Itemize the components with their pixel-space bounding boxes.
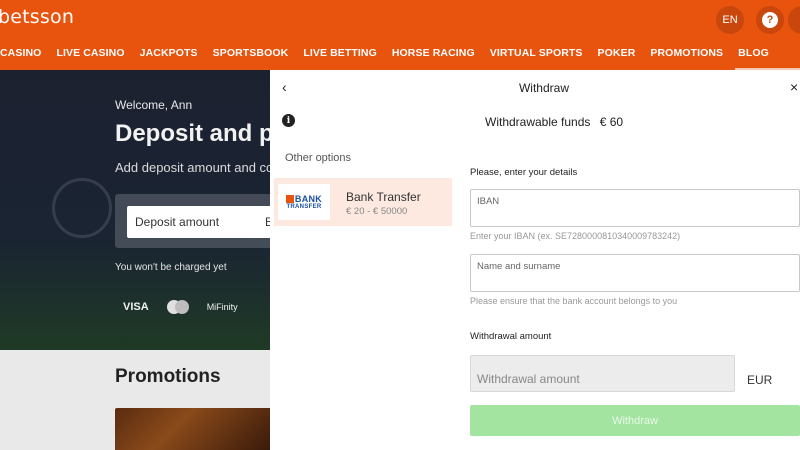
iban-input[interactable]: IBAN [470,189,800,227]
help-button[interactable]: ? [756,6,784,34]
hero-subtitle: Add deposit amount and cor [115,160,270,175]
deposit-placeholder: Deposit amount [135,215,220,229]
user-menu-button[interactable] [788,6,800,34]
nav-horse-racing[interactable]: HORSE RACING [392,47,475,59]
nav-virtual-sports[interactable]: VIRTUAL SPORTS [490,47,583,59]
iban-label: IBAN [477,196,500,207]
name-hint: Please ensure that the bank account belo… [470,296,678,306]
nav-poker[interactable]: POKER [598,47,636,59]
help-icon: ? [762,12,778,28]
currency-label: EUR [747,373,773,387]
details-label: Please, enter your details [470,167,578,178]
no-charge-note: You won't be charged yet [115,262,227,273]
bank-logo-line1: BANK [285,194,322,204]
withdrawal-amount-input[interactable]: Withdrawal amount [470,355,735,392]
modal-title: Withdraw [518,81,569,95]
other-options-label: Other options [285,152,352,164]
promotions-title: Promotions [115,366,221,387]
mifinity-icon: MiFinity [206,302,238,312]
nav-live-casino[interactable]: LIVE CASINO [56,47,124,59]
close-icon[interactable]: × [790,79,798,95]
visa-icon: VISA [123,301,149,313]
iban-hint: Enter your IBAN (ex. SE72800008103400097… [470,231,681,241]
promotion-card-image[interactable] [115,408,270,450]
name-surname-input[interactable]: Name and surname [470,254,800,292]
bank-transfer-option[interactable]: BANK TRANSFER Bank Transfer € 20 - € 500… [274,178,452,226]
nav-blog[interactable]: BLOG [738,47,769,59]
hero-title: Deposit and p [115,120,270,147]
deposit-box: Deposit amount E [115,194,270,248]
name-label: Name and surname [477,261,561,272]
nav-sportsbook[interactable]: SPORTSBOOK [213,47,289,59]
funds-amount: € 60 [599,115,624,129]
withdraw-button[interactable]: Withdraw [470,405,800,436]
promotions-section: Promotions [0,350,270,450]
withdrawable-funds: Withdrawable funds € 60 [485,115,623,129]
mastercard-icon [166,300,189,314]
bank-logo-line2: TRANSFER [286,203,322,210]
bank-option-name: Bank Transfer [346,190,421,204]
nav-live-betting[interactable]: LIVE BETTING [303,47,377,59]
funds-label: Withdrawable funds [485,115,591,129]
site-header: betsson EN ? CASINO LIVE CASINO JACKPOTS… [0,0,800,70]
welcome-text: Welcome, Ann [115,98,193,112]
modal-header: ‹ Withdraw × [270,70,800,106]
deposit-amount-input[interactable]: Deposit amount E [127,206,270,238]
bank-transfer-logo: BANK TRANSFER [278,184,330,220]
betsson-logo[interactable]: betsson [0,6,74,28]
nav-promotions[interactable]: PROMOTIONS [650,47,723,59]
main-nav: CASINO LIVE CASINO JACKPOTS SPORTSBOOK L… [0,47,769,59]
payment-logos: VISA MiFinity [123,300,238,314]
withdrawal-amount-label: Withdrawal amount [470,331,552,342]
club-emblem-icon [52,178,112,238]
info-icon[interactable]: i [282,114,295,127]
deposit-hero: Welcome, Ann Deposit and p Add deposit a… [0,70,270,350]
language-button[interactable]: EN [716,6,744,34]
bank-option-range: € 20 - € 50000 [346,206,408,217]
nav-casino[interactable]: CASINO [0,47,41,59]
withdraw-modal: ‹ Withdraw × i Withdrawable funds € 60 O… [270,70,800,450]
nav-jackpots[interactable]: JACKPOTS [140,47,198,59]
